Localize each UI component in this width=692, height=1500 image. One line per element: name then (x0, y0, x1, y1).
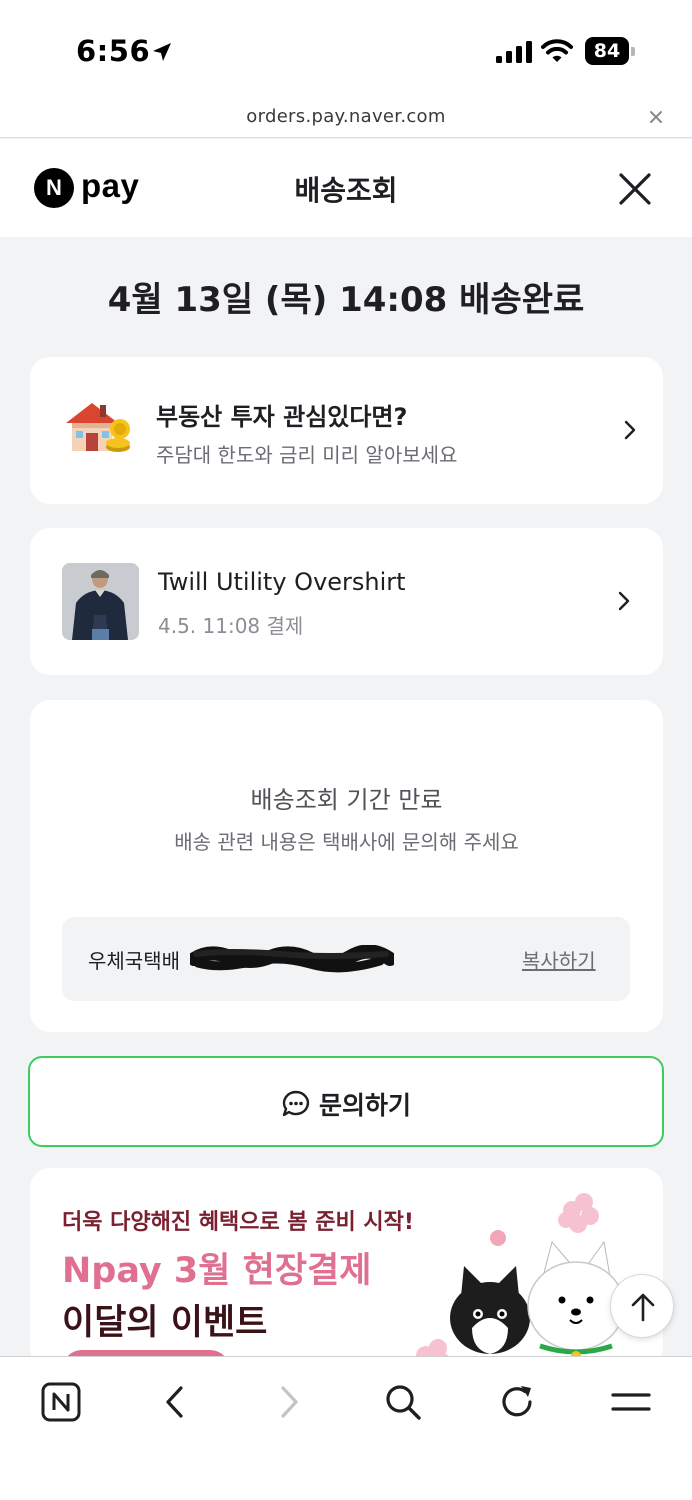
naver-home-icon (41, 1382, 81, 1422)
promo-title: 이달의 이벤트 (62, 1303, 268, 1343)
ad-subtitle: 주담대 한도와 금리 미리 알아보세요 (156, 443, 458, 467)
page-header: N pay 배송조회 (0, 139, 692, 237)
house-coins-icon (66, 403, 130, 452)
status-time: 6:56 (76, 34, 151, 68)
battery-level: 84 (593, 40, 621, 62)
location-arrow-icon (153, 43, 171, 61)
battery-nub (631, 47, 635, 56)
delivery-status-heading: 4월 13일 (목) 14:08 배송완료 (107, 280, 585, 320)
cellular-signal-icon (496, 41, 532, 63)
forward-icon (281, 1386, 298, 1418)
product-card[interactable]: Twill Utility Overshirt 4.5. 11:08 결제 (30, 528, 663, 675)
tracking-expired-title: 배송조회 기간 만료 (250, 786, 443, 814)
payment-date: 4.5. 11:08 결제 (158, 614, 304, 638)
promo-tagline: 더욱 다양해진 혜택으로 봄 준비 시작! (62, 1210, 414, 1235)
url-bar[interactable]: orders.pay.naver.com (0, 98, 692, 138)
naver-home-button[interactable] (38, 1379, 84, 1425)
chat-bubble-icon (282, 1090, 310, 1117)
carrier-name: 우체국택배 (88, 949, 180, 973)
tracking-card: 배송조회 기간 만료 배송 관련 내용은 택배사에 문의해 주세요 우체국택배 … (30, 700, 663, 1032)
scroll-to-top-button[interactable] (610, 1274, 674, 1338)
inquiry-label: 문의하기 (318, 1091, 411, 1120)
inquiry-button[interactable]: 문의하기 (28, 1056, 664, 1147)
browser-toolbar (0, 1356, 692, 1500)
status-bar: 6:56 84 (0, 0, 692, 98)
arrow-up-icon (631, 1293, 655, 1322)
chevron-right-icon (618, 591, 630, 611)
menu-icon (611, 1393, 651, 1411)
search-icon (386, 1385, 421, 1420)
redacted-tracking-number (190, 945, 394, 973)
forward-button[interactable] (266, 1379, 312, 1425)
search-button[interactable] (380, 1379, 426, 1425)
chevron-right-icon (624, 420, 636, 440)
close-icon[interactable] (616, 170, 654, 208)
back-button[interactable] (152, 1379, 198, 1425)
back-icon (166, 1386, 183, 1418)
tracking-expired-subtitle: 배송 관련 내용은 택배사에 문의해 주세요 (174, 830, 519, 854)
wifi-icon (541, 39, 573, 62)
battery-indicator: 84 (585, 37, 629, 65)
reload-icon (502, 1386, 532, 1417)
product-name: Twill Utility Overshirt (158, 568, 406, 596)
reload-button[interactable] (494, 1379, 540, 1425)
promo-banner[interactable]: 더욱 다양해진 혜택으로 봄 준비 시작! Npay 3월 현장결제 이달의 이… (30, 1168, 663, 1368)
product-thumbnail (62, 563, 139, 640)
url-text[interactable]: orders.pay.naver.com (0, 106, 692, 127)
copy-button[interactable]: 복사하기 (522, 945, 596, 974)
real-estate-ad-card[interactable]: 부동산 투자 관심있다면? 주담대 한도와 금리 미리 알아보세요 (30, 357, 663, 504)
ad-title: 부동산 투자 관심있다면? (156, 403, 408, 431)
cat-dog-illustration-icon (416, 1193, 660, 1368)
close-url-icon[interactable] (646, 107, 666, 127)
menu-button[interactable] (608, 1379, 654, 1425)
promo-headline: Npay 3월 현장결제 (62, 1251, 372, 1291)
page-title: 배송조회 (294, 174, 398, 207)
tracking-number-box: 우체국택배 복사하기 (62, 917, 630, 1001)
